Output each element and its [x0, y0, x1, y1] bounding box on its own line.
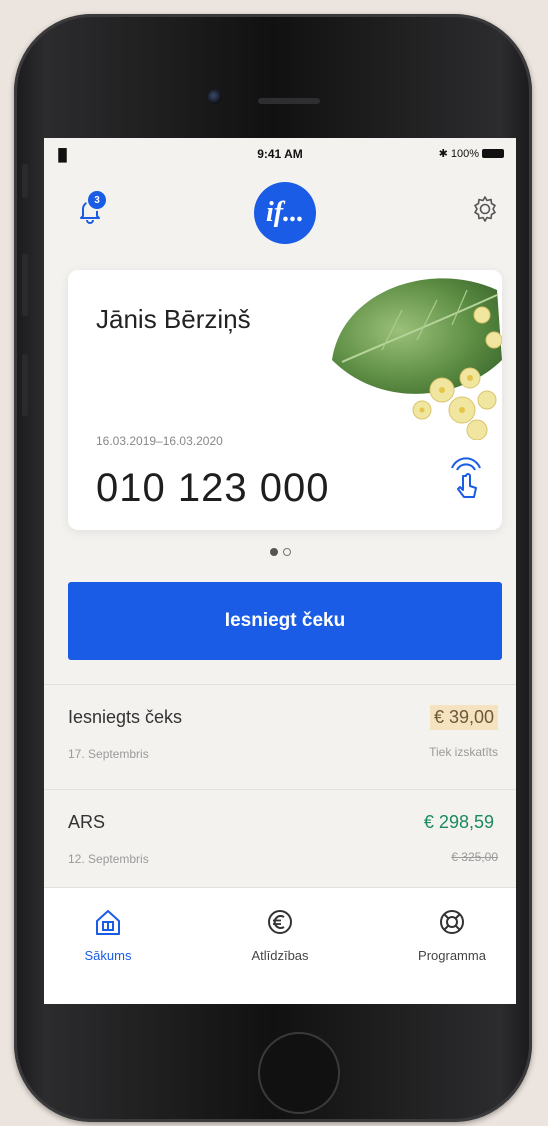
app-header: 3 if... — [44, 182, 516, 246]
card-validity-dates: 16.03.2019–16.03.2020 — [96, 434, 223, 448]
gear-icon[interactable] — [470, 194, 500, 224]
app-screen: ▐▌ 9:41 AM ✱ 100% 3 if... Jānis Bērziņš … — [44, 138, 516, 1004]
submit-receipt-button[interactable]: Iesniegt čeku — [68, 582, 502, 660]
tab-home[interactable]: Sākums — [48, 906, 168, 963]
contactless-tap-icon[interactable] — [446, 456, 486, 502]
claim-date: 17. Septembris — [68, 747, 149, 761]
claim-amount: € 298,59 — [423, 812, 494, 832]
home-icon — [96, 910, 120, 935]
volume-down-button — [22, 354, 28, 416]
pager-dot-active[interactable] — [269, 548, 278, 556]
card-number: 010 123 000 — [96, 466, 330, 510]
tab-label: Sākums — [84, 948, 132, 963]
insurance-card[interactable]: Jānis Bērziņš 16.03.2019–16.03.2020 010 … — [68, 270, 502, 530]
battery-text: ✱ 100% — [438, 148, 479, 160]
mute-switch — [22, 164, 28, 198]
list-item[interactable]: Iesniegts čeks 17. Septembris € 39,00 Ti… — [44, 684, 516, 789]
front-camera — [208, 90, 222, 104]
euro-coin-icon — [268, 910, 292, 934]
list-item[interactable]: ARS 12. Septembris € 298,59 € 325,00 — [44, 789, 516, 894]
claim-title: ARS — [68, 812, 106, 832]
lifebuoy-icon — [440, 910, 464, 934]
earpiece-speaker — [258, 98, 320, 104]
claims-list: Iesniegts čeks 17. Septembris € 39,00 Ti… — [44, 684, 516, 894]
tab-claims[interactable]: Atlīdzības — [220, 906, 340, 963]
bottom-tab-bar: Sākums Atlīdzības Programma — [44, 888, 516, 1004]
linden-leaf-illustration — [332, 278, 502, 440]
tab-program[interactable]: Programma — [392, 906, 512, 963]
notification-badge: 3 — [86, 189, 108, 211]
home-button[interactable] — [258, 1032, 340, 1114]
claim-date: 12. Septembris — [68, 852, 149, 866]
claim-status: Tiek izskatīts — [429, 745, 498, 759]
tab-label: Atlīdzības — [251, 948, 309, 963]
claim-title: Iesniegts čeks — [68, 707, 183, 727]
if-logo: if... — [254, 182, 316, 244]
claim-original-amount: € 325,00 — [451, 850, 498, 864]
volume-up-button — [22, 254, 28, 316]
status-bar: ▐▌ 9:41 AM ✱ 100% — [44, 146, 516, 164]
pager-dot[interactable] — [282, 548, 291, 556]
battery-indicator: ✱ 100% — [439, 147, 504, 160]
tab-label: Programma — [418, 948, 486, 963]
battery-icon — [482, 149, 504, 158]
card-holder-name: Jānis Bērziņš — [96, 304, 251, 334]
claim-amount: € 39,00 — [429, 705, 498, 730]
card-pager — [44, 548, 516, 556]
